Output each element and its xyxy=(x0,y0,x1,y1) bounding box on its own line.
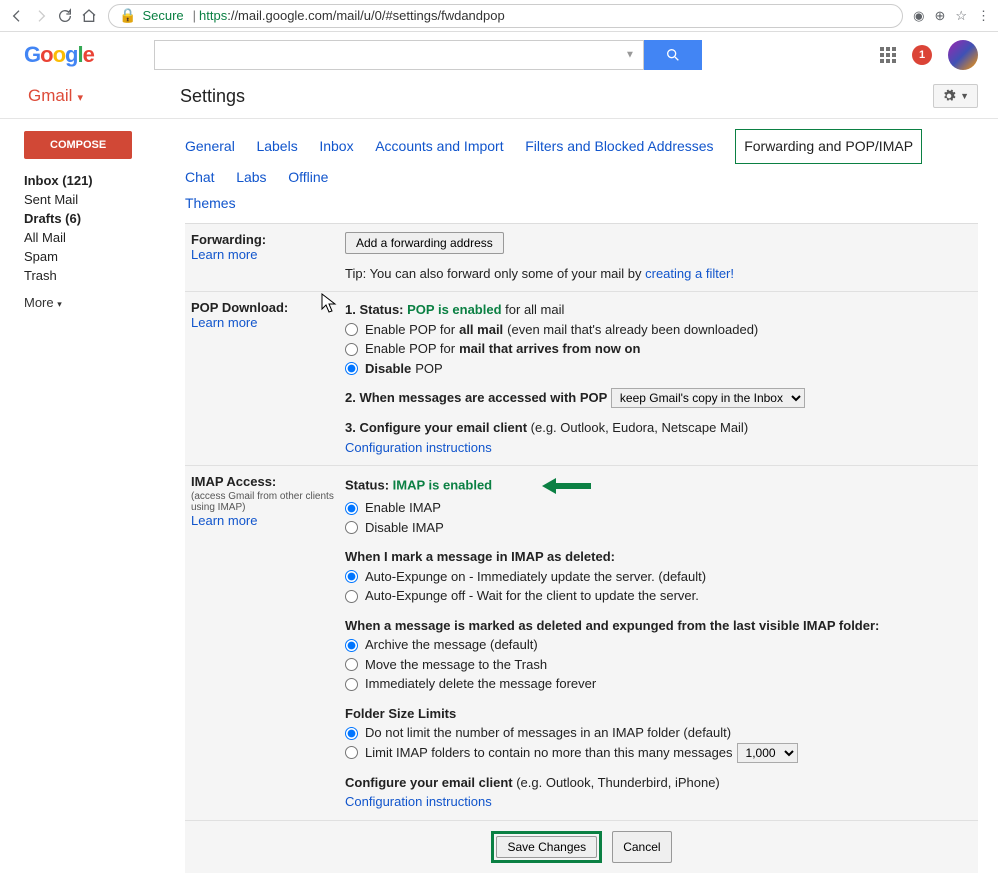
create-filter-link[interactable]: creating a filter! xyxy=(645,266,734,281)
search-button[interactable] xyxy=(644,40,702,70)
search-input[interactable]: ▼ xyxy=(154,40,644,70)
imap-label: IMAP Access: xyxy=(191,474,276,489)
gear-button[interactable]: ▼ xyxy=(933,84,978,108)
reload-icon[interactable] xyxy=(56,7,74,25)
settings-content: General Labels Inbox Accounts and Import… xyxy=(165,119,998,873)
compose-button[interactable]: COMPOSE xyxy=(24,131,132,159)
home-icon[interactable] xyxy=(80,7,98,25)
save-button[interactable]: Save Changes xyxy=(496,836,597,858)
forwarding-tip: Tip: You can also forward only some of y… xyxy=(345,266,645,281)
button-row: Save Changes Cancel xyxy=(185,821,978,873)
imap-learn-link[interactable]: Learn more xyxy=(191,513,339,528)
zoom-icon[interactable]: ⊕ xyxy=(934,8,945,24)
pop-new-radio[interactable] xyxy=(345,343,358,356)
forwarding-label: Forwarding: xyxy=(191,232,266,247)
tab-themes[interactable]: Themes xyxy=(185,190,236,217)
secure-label: Secure xyxy=(142,8,183,23)
tab-forwarding[interactable]: Forwarding and POP/IMAP xyxy=(735,129,922,164)
pop-disable-radio[interactable] xyxy=(345,362,358,375)
pop-learn-link[interactable]: Learn more xyxy=(191,315,339,330)
url-scheme: https xyxy=(199,8,227,23)
tab-accounts[interactable]: Accounts and Import xyxy=(375,133,503,160)
row-imap: IMAP Access: (access Gmail from other cl… xyxy=(185,466,978,821)
pop-config-link[interactable]: Configuration instructions xyxy=(345,440,492,455)
tab-labs[interactable]: Labs xyxy=(236,164,266,191)
tab-inbox[interactable]: Inbox xyxy=(319,133,353,160)
settings-tabs: General Labels Inbox Accounts and Import… xyxy=(185,129,978,223)
gear-icon xyxy=(942,89,956,103)
page-title: Settings xyxy=(180,86,245,107)
gmail-dropdown[interactable]: Gmail ▾ xyxy=(28,86,83,106)
tab-labels[interactable]: Labels xyxy=(256,133,297,160)
row-forwarding: Forwarding: Learn more Add a forwarding … xyxy=(185,224,978,293)
tab-general[interactable]: General xyxy=(185,133,235,160)
apps-icon[interactable] xyxy=(880,47,896,63)
forward-icon[interactable] xyxy=(32,7,50,25)
tab-chat[interactable]: Chat xyxy=(185,164,215,191)
menu-dots-icon[interactable]: ⋮ xyxy=(977,8,990,24)
imap-sublabel: (access Gmail from other clients using I… xyxy=(191,491,339,513)
nolimit-radio[interactable] xyxy=(345,727,358,740)
eye-icon[interactable]: ◉ xyxy=(913,8,924,24)
sidebar: COMPOSE Inbox (121) Sent Mail Drafts (6)… xyxy=(0,119,165,873)
cancel-button[interactable]: Cancel xyxy=(612,831,671,863)
folder-list: Inbox (121) Sent Mail Drafts (6) All Mai… xyxy=(24,171,165,285)
delete-forever-radio[interactable] xyxy=(345,678,358,691)
url-path: ://mail.google.com/mail/u/0/#settings/fw… xyxy=(227,8,505,23)
forwarding-learn-link[interactable]: Learn more xyxy=(191,247,339,262)
caret-down-icon: ▾ xyxy=(57,299,62,309)
lock-icon: 🔒 xyxy=(119,7,136,24)
pop-all-radio[interactable] xyxy=(345,323,358,336)
sidebar-item-spam[interactable]: Spam xyxy=(24,247,165,266)
pop-status: POP is enabled xyxy=(407,302,501,317)
sidebar-item-inbox[interactable]: Inbox (121) xyxy=(24,171,165,190)
back-icon[interactable] xyxy=(8,7,26,25)
sidebar-item-allmail[interactable]: All Mail xyxy=(24,228,165,247)
imap-disable-radio[interactable] xyxy=(345,521,358,534)
sidebar-more[interactable]: More ▾ xyxy=(24,295,165,310)
caret-down-icon: ▾ xyxy=(74,92,83,104)
trash-radio[interactable] xyxy=(345,658,358,671)
pop-label: POP Download: xyxy=(191,300,288,315)
row-pop: POP Download: Learn more 1. Status: POP … xyxy=(185,292,978,466)
subheader: Gmail ▾ Settings ▼ xyxy=(0,78,998,119)
archive-radio[interactable] xyxy=(345,639,358,652)
address-bar[interactable]: 🔒 Secure | https://mail.google.com/mail/… xyxy=(108,4,903,28)
imap-enable-radio[interactable] xyxy=(345,502,358,515)
tab-filters[interactable]: Filters and Blocked Addresses xyxy=(525,133,713,160)
star-icon[interactable]: ☆ xyxy=(955,8,967,24)
expunge-on-radio[interactable] xyxy=(345,570,358,583)
avatar[interactable] xyxy=(948,40,978,70)
sidebar-item-drafts[interactable]: Drafts (6) xyxy=(24,209,165,228)
folder-limit-select[interactable]: 1,000 xyxy=(737,743,798,763)
browser-toolbar: 🔒 Secure | https://mail.google.com/mail/… xyxy=(0,0,998,32)
add-forwarding-button[interactable]: Add a forwarding address xyxy=(345,232,504,254)
google-logo[interactable]: Google xyxy=(24,42,94,68)
tab-offline[interactable]: Offline xyxy=(288,164,328,191)
search-dropdown-icon[interactable]: ▼ xyxy=(625,50,635,61)
expunge-off-radio[interactable] xyxy=(345,590,358,603)
notifications-badge[interactable]: 1 xyxy=(912,45,932,65)
limit-radio[interactable] xyxy=(345,746,358,759)
highlight-arrow-icon xyxy=(536,474,596,498)
imap-status: IMAP is enabled xyxy=(393,478,492,493)
pop-access-select[interactable]: keep Gmail's copy in the Inbox xyxy=(611,388,805,408)
imap-config-link[interactable]: Configuration instructions xyxy=(345,794,492,809)
sidebar-item-trash[interactable]: Trash xyxy=(24,266,165,285)
sidebar-item-sent[interactable]: Sent Mail xyxy=(24,190,165,209)
app-header: Google ▼ 1 xyxy=(0,32,998,78)
